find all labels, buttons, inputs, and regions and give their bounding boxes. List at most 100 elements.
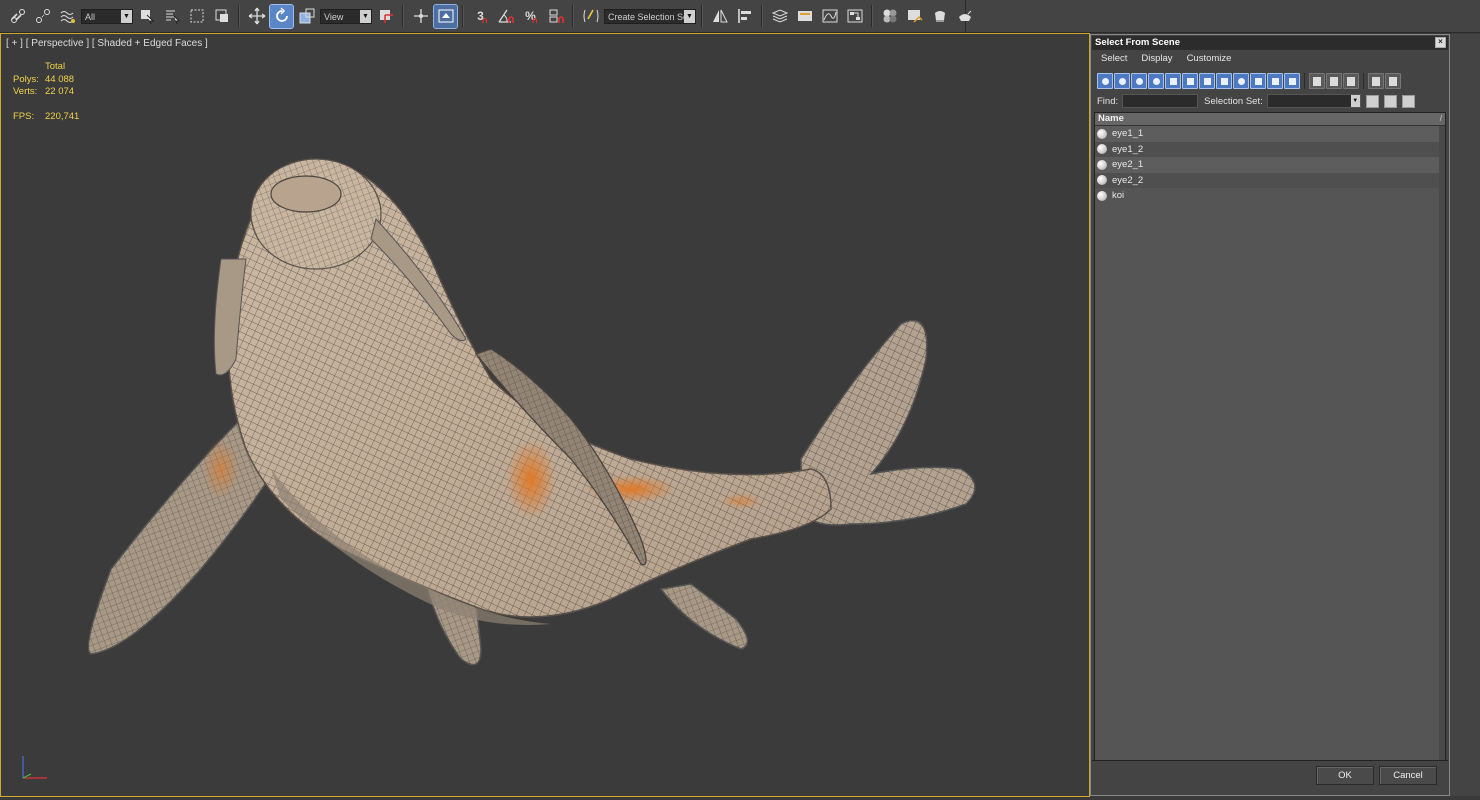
- display-groups-icon[interactable]: [1199, 73, 1215, 89]
- schematic-view-icon[interactable]: [843, 5, 866, 28]
- display-frozen-icon[interactable]: [1267, 73, 1283, 89]
- menu-customize[interactable]: Customize: [1187, 53, 1232, 64]
- axis-tripod-icon: [22, 756, 47, 779]
- filter-options-icon[interactable]: [1385, 73, 1401, 89]
- find-input[interactable]: [1122, 94, 1199, 108]
- select-manipulate-icon[interactable]: [409, 5, 432, 28]
- selection-set-edit-icon[interactable]: [1401, 94, 1415, 108]
- selection-filter-value: All: [85, 11, 96, 22]
- reference-coordinate-value: View: [324, 11, 344, 22]
- link-icon[interactable]: [6, 5, 29, 28]
- list-item[interactable]: koi: [1095, 188, 1445, 204]
- mirror-icon[interactable]: [708, 5, 731, 28]
- orange-patch: [721, 493, 761, 509]
- list-item[interactable]: eye2_2: [1095, 172, 1445, 188]
- orange-patch: [203, 439, 239, 499]
- bind-space-warp-icon[interactable]: [56, 5, 79, 28]
- edit-named-selection-icon[interactable]: [579, 5, 602, 28]
- named-selection-sets-value: Create Selection Se: [608, 11, 689, 22]
- geometry-object-icon: [1097, 144, 1107, 155]
- chevron-down-icon: ▼: [1350, 95, 1360, 107]
- list-item[interactable]: eye1_2: [1095, 141, 1445, 157]
- display-containers-icon[interactable]: [1250, 73, 1266, 89]
- move-icon[interactable]: [245, 5, 268, 28]
- align-icon[interactable]: [733, 5, 756, 28]
- object-name: eye2_2: [1112, 174, 1144, 186]
- ribbon-toggle-icon[interactable]: [793, 5, 816, 28]
- snaps-toggle-icon[interactable]: 3: [469, 5, 492, 28]
- display-space-warps-icon[interactable]: [1182, 73, 1198, 89]
- list-scrollbar[interactable]: [1439, 126, 1445, 760]
- pivot-center-icon[interactable]: [374, 5, 397, 28]
- toolbar-divider: [238, 5, 240, 27]
- find-label: Find:: [1097, 95, 1119, 107]
- window-crossing-icon[interactable]: [210, 5, 233, 28]
- angle-snap-icon[interactable]: [494, 5, 517, 28]
- render-production-icon[interactable]: [953, 5, 976, 28]
- koi-mouth: [270, 175, 342, 213]
- ok-button[interactable]: OK: [1316, 766, 1374, 785]
- cancel-button[interactable]: Cancel: [1379, 766, 1437, 785]
- selection-set-dropdown[interactable]: ▼: [1266, 94, 1361, 108]
- main-toolbar: All ▼ View ▼ 3 % Create Selection Se ▼: [0, 0, 1480, 33]
- scene-object-list[interactable]: Name / eye1_1 eye1_2 eye2_1 eye2_2 koi: [1094, 112, 1446, 761]
- percent-snap-icon[interactable]: %: [519, 5, 542, 28]
- selection-set-remove-icon[interactable]: [1383, 94, 1397, 108]
- toolbar-divider: [1304, 73, 1305, 89]
- scale-icon[interactable]: [295, 5, 318, 28]
- name-column-header[interactable]: Name /: [1095, 113, 1445, 126]
- reference-coordinate-dropdown[interactable]: View ▼: [320, 8, 372, 24]
- viewport-label[interactable]: [ + ] [ Perspective ] [ Shaded + Edged F…: [6, 38, 208, 49]
- display-lights-icon[interactable]: [1131, 73, 1147, 89]
- display-geometry-icon[interactable]: [1097, 73, 1113, 89]
- display-filter-toolbar: [1097, 73, 1401, 89]
- close-icon: ×: [1438, 37, 1443, 46]
- unlink-icon[interactable]: [31, 5, 54, 28]
- toolbar-divider: [1363, 73, 1364, 89]
- material-editor-icon[interactable]: [878, 5, 901, 28]
- object-name: eye1_1: [1112, 128, 1144, 140]
- geometry-object-icon: [1097, 175, 1107, 186]
- display-xrefs-icon[interactable]: [1216, 73, 1232, 89]
- geometry-object-icon: [1097, 159, 1107, 170]
- name-column-label: Name: [1098, 113, 1124, 124]
- render-frame-window-icon[interactable]: [928, 5, 951, 28]
- geometry-object-icon: [1097, 190, 1107, 201]
- list-item[interactable]: eye2_1: [1095, 157, 1445, 173]
- list-item[interactable]: eye1_1: [1095, 126, 1445, 142]
- display-bones-icon[interactable]: [1233, 73, 1249, 89]
- layer-manager-icon[interactable]: [768, 5, 791, 28]
- rotate-icon[interactable]: [269, 3, 294, 29]
- selection-filter-dropdown[interactable]: All ▼: [81, 8, 133, 24]
- display-invert-icon[interactable]: [1343, 73, 1359, 89]
- stats-polys-value: 44 088: [45, 73, 75, 85]
- curve-editor-icon[interactable]: [818, 5, 841, 28]
- display-hidden-icon[interactable]: [1284, 73, 1300, 89]
- koi-fish-model[interactable]: [71, 129, 991, 679]
- select-object-icon[interactable]: [135, 5, 158, 28]
- render-setup-icon[interactable]: [903, 5, 926, 28]
- selection-set-label: Selection Set:: [1204, 95, 1263, 107]
- viewport-statistics: Total Polys: 44 088 Verts: 22 074 FPS: 2…: [13, 61, 79, 123]
- spinner-snap-icon[interactable]: [544, 5, 567, 28]
- perspective-viewport[interactable]: [ + ] [ Perspective ] [ Shaded + Edged F…: [0, 33, 1090, 797]
- dialog-title[interactable]: Select From Scene: [1092, 36, 1448, 50]
- display-all-icon[interactable]: [1309, 73, 1325, 89]
- keyboard-shortcut-override-icon[interactable]: [433, 3, 458, 29]
- select-by-name-icon[interactable]: [160, 5, 183, 28]
- rectangular-selection-icon[interactable]: [185, 5, 208, 28]
- display-helpers-icon[interactable]: [1165, 73, 1181, 89]
- named-selection-sets-dropdown[interactable]: Create Selection Se ▼: [604, 8, 696, 24]
- menu-select[interactable]: Select: [1101, 53, 1127, 64]
- display-none-icon[interactable]: [1326, 73, 1342, 89]
- selection-set-add-icon[interactable]: [1365, 94, 1379, 108]
- chevron-down-icon: ▼: [360, 9, 371, 23]
- close-button[interactable]: ×: [1435, 37, 1446, 48]
- stats-verts-value: 22 074: [45, 86, 75, 97]
- select-from-scene-dialog: Select From Scene × Select Display Custo…: [1090, 34, 1450, 796]
- filter-icon[interactable]: [1368, 73, 1384, 89]
- display-shapes-icon[interactable]: [1114, 73, 1130, 89]
- toolbar-divider: [871, 5, 873, 27]
- display-cameras-icon[interactable]: [1148, 73, 1164, 89]
- menu-display[interactable]: Display: [1141, 53, 1172, 64]
